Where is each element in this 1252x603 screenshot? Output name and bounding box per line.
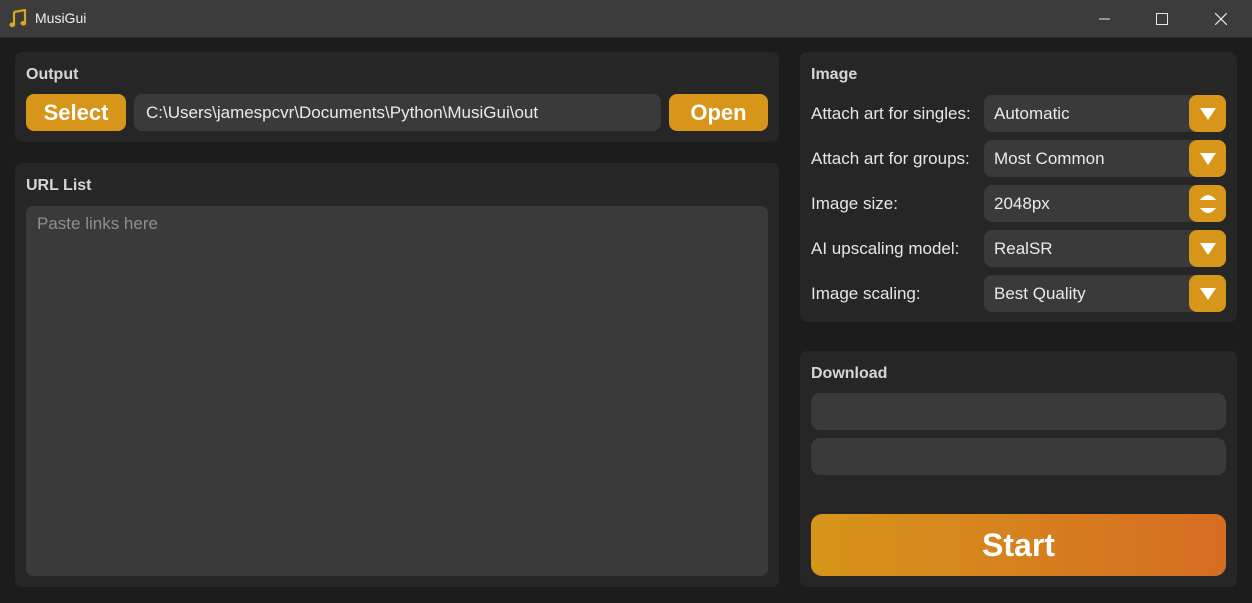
attach-groups-label: Attach art for groups: bbox=[811, 149, 970, 168]
url-list-textarea[interactable]: Paste links here bbox=[26, 206, 768, 576]
image-scaling-value: Best Quality bbox=[994, 283, 1086, 303]
triangle-down-icon bbox=[1199, 287, 1216, 300]
image-title: Image bbox=[811, 66, 858, 83]
upscaling-model-value: RealSR bbox=[994, 238, 1053, 258]
attach-singles-label: Attach art for singles: bbox=[811, 104, 971, 123]
triangle-down-icon bbox=[1199, 242, 1216, 255]
title-bar: MusiGui bbox=[0, 0, 1252, 38]
maximize-button[interactable] bbox=[1139, 0, 1185, 38]
maximize-icon bbox=[1156, 13, 1168, 25]
url-list-panel: URL List Paste links here bbox=[15, 163, 779, 587]
attach-singles-value: Automatic bbox=[994, 103, 1070, 123]
triangle-down-icon bbox=[1199, 107, 1216, 120]
dropdown-button[interactable] bbox=[1189, 95, 1226, 132]
dropdown-button[interactable] bbox=[1189, 230, 1226, 267]
close-button[interactable] bbox=[1198, 0, 1244, 38]
progress-bar-1 bbox=[811, 393, 1226, 430]
download-title: Download bbox=[811, 365, 888, 382]
minimize-icon bbox=[1099, 18, 1110, 20]
image-scaling-label: Image scaling: bbox=[811, 284, 921, 303]
dropdown-button[interactable] bbox=[1189, 140, 1226, 177]
attach-groups-dropdown[interactable]: Most Common bbox=[984, 140, 1226, 177]
upscaling-model-label: AI upscaling model: bbox=[811, 239, 960, 258]
output-panel: Output Select C:\Users\jamespcvr\Documen… bbox=[15, 52, 779, 142]
upscaling-model-dropdown[interactable]: RealSR bbox=[984, 230, 1226, 267]
select-button[interactable]: Select bbox=[26, 94, 126, 131]
start-button[interactable]: Start bbox=[811, 514, 1226, 576]
image-size-spinbox[interactable]: 2048px bbox=[984, 185, 1226, 222]
window-title: MusiGui bbox=[35, 10, 87, 26]
image-size-value: 2048px bbox=[994, 193, 1050, 213]
url-list-title: URL List bbox=[26, 177, 92, 194]
image-panel: Image Attach art for singles: Automatic … bbox=[800, 52, 1237, 322]
output-path-field[interactable]: C:\Users\jamespcvr\Documents\Python\Musi… bbox=[134, 94, 661, 131]
url-list-placeholder: Paste links here bbox=[37, 214, 158, 233]
spin-buttons[interactable] bbox=[1189, 185, 1226, 222]
output-title: Output bbox=[26, 66, 79, 83]
attach-groups-value: Most Common bbox=[994, 148, 1105, 168]
image-scaling-dropdown[interactable]: Best Quality bbox=[984, 275, 1226, 312]
open-button[interactable]: Open bbox=[669, 94, 768, 131]
minimize-button[interactable] bbox=[1082, 0, 1128, 38]
attach-singles-dropdown[interactable]: Automatic bbox=[984, 95, 1226, 132]
music-note-icon bbox=[9, 9, 27, 28]
image-size-label: Image size: bbox=[811, 194, 898, 213]
dropdown-button[interactable] bbox=[1189, 275, 1226, 312]
progress-bar-2 bbox=[811, 438, 1226, 475]
triangle-down-icon bbox=[1199, 152, 1216, 165]
spin-arrows-icon bbox=[1199, 194, 1216, 213]
close-icon bbox=[1215, 13, 1227, 25]
